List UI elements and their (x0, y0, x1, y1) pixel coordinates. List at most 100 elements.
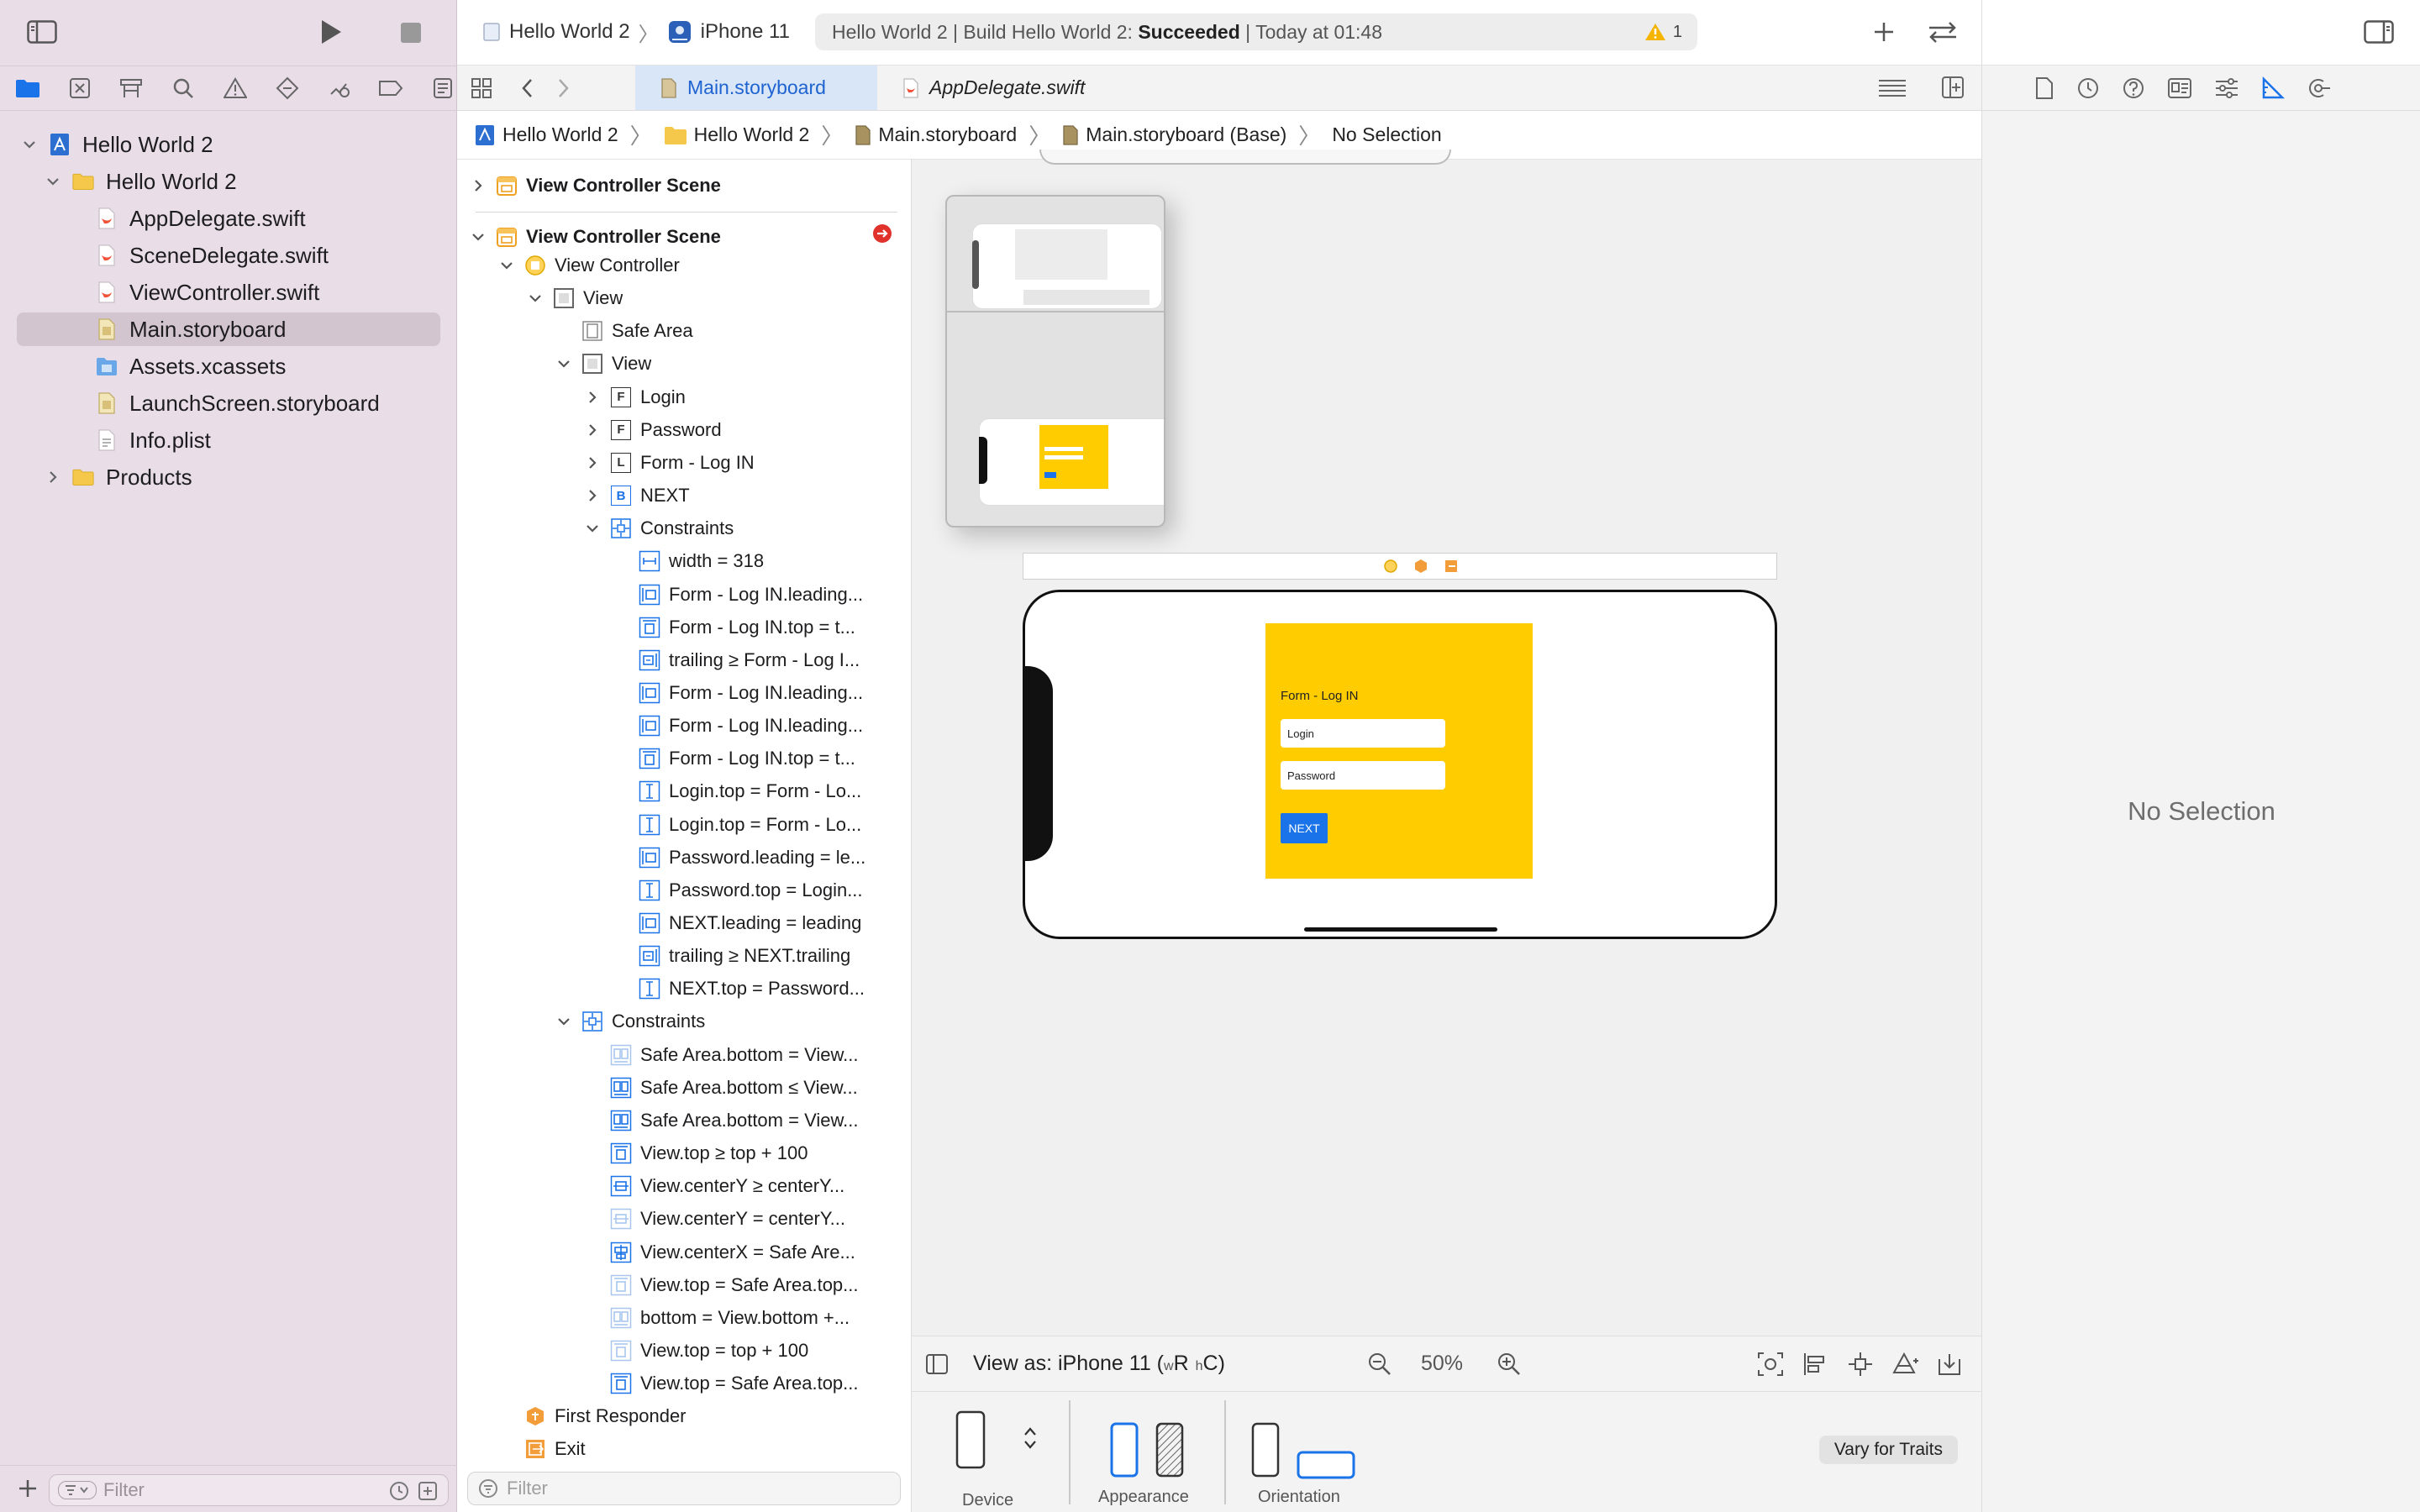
folder-nav-icon[interactable] (13, 74, 42, 102)
navigator-item[interactable]: SceneDelegate.swift (17, 239, 329, 272)
outline-row[interactable]: L Form - Log IN (581, 449, 902, 477)
code-review-icon[interactable] (1926, 20, 1960, 44)
outline-row[interactable]: Form - Log IN.leading... (610, 580, 902, 609)
next-button[interactable]: NEXT (1281, 813, 1328, 843)
view-as-label[interactable]: View as: iPhone 11 ( w R h C ) (973, 1352, 1225, 1376)
outline-row[interactable]: NEXT.leading = leading (610, 909, 902, 937)
file-inspector-icon[interactable] (2034, 76, 2054, 100)
issue-nav-icon[interactable] (221, 74, 250, 102)
outline-row[interactable]: B NEXT (581, 481, 902, 510)
orientation-portrait-icon[interactable] (1251, 1422, 1280, 1478)
search-icon[interactable] (169, 74, 197, 102)
outline-row[interactable]: View.centerX = Safe Are... (581, 1238, 902, 1267)
scene-error-icon[interactable] (872, 223, 892, 244)
navigator-filter-field[interactable]: Filter (49, 1474, 449, 1506)
outline-row[interactable]: Safe Area.bottom = View... (581, 1041, 902, 1069)
identity-inspector-icon[interactable] (2167, 77, 2192, 99)
navigator-item[interactable]: Assets.xcassets (17, 349, 286, 383)
outline-row[interactable]: Safe Area (553, 317, 902, 345)
login-form-view[interactable]: Form - Log IN Login Password NEXT (1265, 623, 1533, 879)
outline-row[interactable]: Exit (496, 1435, 902, 1463)
grid-menu-icon[interactable] (471, 77, 492, 99)
resolve-autolayout-icon[interactable] (1891, 1352, 1920, 1377)
form-title-label[interactable]: Form - Log IN (1281, 689, 1359, 703)
navigator-item[interactable]: Info.plist (17, 423, 211, 457)
tab-main-storyboard[interactable]: Main.storyboard (635, 66, 877, 110)
outline-row[interactable]: trailing ≥ NEXT.trailing (610, 942, 902, 970)
jump-bar-localization[interactable]: Main.storyboard (Base) (1086, 123, 1286, 146)
device-phone-icon[interactable] (955, 1410, 986, 1469)
outline-row[interactable]: Form - Log IN.leading... (610, 711, 902, 740)
outline-row[interactable]: F Password (581, 416, 902, 444)
breakpoint-nav-icon[interactable] (376, 74, 405, 102)
exit-dock-icon[interactable] (1444, 559, 1459, 574)
forward-arrow-icon[interactable] (555, 77, 571, 99)
quick-help-icon[interactable] (2122, 76, 2145, 100)
zoom-level[interactable]: 50% (1421, 1352, 1463, 1376)
outline-row[interactable]: Login.top = Form - Lo... (610, 811, 902, 839)
zoom-out-icon[interactable] (1367, 1352, 1392, 1377)
password-text-field[interactable]: Password (1281, 761, 1445, 790)
outline-row[interactable]: View.top ≥ top + 100 (581, 1139, 902, 1168)
navigator-item[interactable]: Hello World 2 (17, 128, 213, 161)
warning-indicator[interactable]: 1 (1644, 22, 1682, 42)
device-stepper-icon[interactable] (1023, 1425, 1038, 1451)
appearance-light-icon[interactable] (1110, 1422, 1139, 1478)
outline-row[interactable]: Form - Log IN.leading... (610, 679, 902, 707)
navigator-item[interactable]: Main.storyboard (17, 312, 440, 346)
outline-row[interactable]: Form - Log IN.top = t... (610, 744, 902, 773)
recent-files-icon[interactable] (389, 1481, 409, 1501)
outline-row[interactable]: trailing ≥ Form - Log I... (610, 646, 902, 675)
view-controller-dock-icon[interactable] (1383, 559, 1398, 574)
test-nav-icon[interactable] (273, 74, 302, 102)
outline-row[interactable]: Login.top = Form - Lo... (610, 777, 902, 806)
outline-row[interactable]: View.centerY ≥ centerY... (581, 1172, 902, 1200)
outline-row[interactable]: View (553, 349, 902, 378)
outline-row[interactable]: NEXT.top = Password... (610, 974, 902, 1003)
jump-bar-group[interactable]: Hello World 2 (694, 123, 810, 146)
outline-row[interactable]: View.top = Safe Area.top... (581, 1369, 902, 1398)
chevron-down-icon[interactable] (581, 517, 603, 539)
chevron-down-icon[interactable] (42, 171, 64, 192)
back-arrow-icon[interactable] (519, 77, 536, 99)
first-responder-dock-icon[interactable] (1413, 559, 1428, 574)
scheme-device-name[interactable]: iPhone 11 (701, 20, 790, 44)
chevron-right-icon[interactable] (42, 466, 64, 488)
align-icon[interactable] (1802, 1352, 1828, 1377)
chevron-down-icon[interactable] (553, 1011, 575, 1032)
add-constraints-icon[interactable] (1848, 1352, 1873, 1377)
report-nav-icon[interactable] (429, 74, 457, 102)
run-button[interactable] (319, 18, 343, 45)
filter-options-icon[interactable] (58, 1481, 97, 1499)
vary-for-traits-button[interactable]: Vary for Traits (1818, 1436, 1958, 1464)
editor-options-icon[interactable] (1877, 77, 1907, 99)
outline-row[interactable]: Constraints (581, 514, 902, 543)
jump-bar-file[interactable]: Main.storyboard (878, 123, 1017, 146)
jump-bar-selection[interactable]: No Selection (1332, 123, 1441, 146)
canvas-overview-minimap[interactable] (945, 195, 1165, 528)
tab-appdelegate-swift[interactable]: AppDelegate.swift (877, 66, 1146, 110)
jump-bar-project[interactable]: Hello World 2 (502, 123, 618, 146)
navigator-item[interactable]: AppDelegate.swift (17, 202, 306, 235)
orientation-landscape-icon[interactable] (1297, 1451, 1355, 1479)
outline-row[interactable]: width = 318 (610, 547, 902, 575)
outline-row[interactable]: F Login (581, 383, 902, 412)
outline-row[interactable]: Form - Log IN.top = t... (610, 613, 902, 642)
chevron-down-icon[interactable] (553, 353, 575, 375)
outline-row[interactable]: Password.top = Login... (610, 876, 902, 905)
navigator-item[interactable]: ViewController.swift (17, 276, 319, 309)
toggle-navigator-icon[interactable] (27, 20, 57, 44)
navigator-item[interactable]: LaunchScreen.storyboard (17, 386, 380, 420)
outline-filter-field[interactable]: Filter (467, 1472, 901, 1505)
chevron-right-icon[interactable] (581, 419, 603, 441)
chevron-down-icon[interactable] (496, 255, 518, 276)
outline-row[interactable]: View Controller Scene (467, 171, 902, 200)
toggle-outline-icon[interactable] (925, 1353, 949, 1375)
outline-row[interactable]: Safe Area.bottom ≤ View... (581, 1074, 902, 1102)
outline-row[interactable]: View.top = top + 100 (581, 1336, 902, 1365)
add-file-icon[interactable] (17, 1478, 39, 1499)
chevron-down-icon[interactable] (467, 226, 489, 248)
navigator-item[interactable]: Hello World 2 (17, 165, 237, 198)
debug-nav-icon[interactable] (325, 74, 354, 102)
toggle-inspector-icon[interactable] (2364, 20, 2394, 44)
